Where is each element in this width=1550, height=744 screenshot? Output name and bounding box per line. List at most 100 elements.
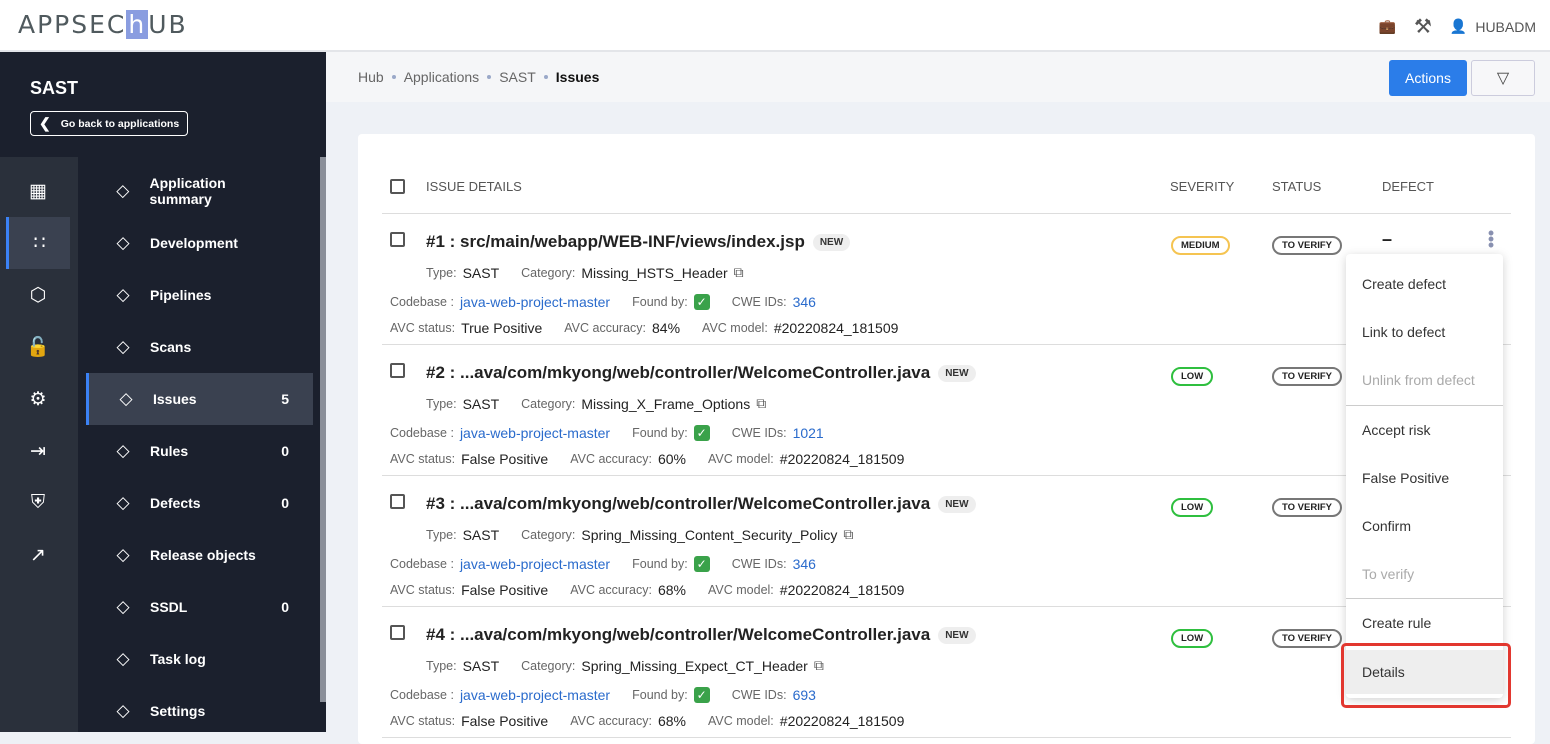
codebase-link[interactable]: java-web-project-master <box>460 556 610 572</box>
menu-item-create-rule[interactable]: Create rule <box>1346 601 1503 645</box>
apps-grid-icon[interactable]: ∷ <box>6 217 70 269</box>
code-icon: ◇ <box>116 233 130 252</box>
codebase-label: Codebase : <box>390 426 454 440</box>
briefcase-icon[interactable]: 💼 <box>1379 18 1396 35</box>
codebase-link[interactable]: java-web-project-master <box>460 294 610 310</box>
top-bar: APPSEChUB 💼 ⚒ 👤 HUBADM <box>0 0 1550 52</box>
breadcrumb: Hub Applications SAST Issues <box>358 69 599 85</box>
sidebar-item-task-log[interactable]: ◇ Task log <box>86 633 313 685</box>
chevron-left-icon: ❮ <box>39 115 51 131</box>
checkmark-icon: ✓ <box>693 425 710 441</box>
codebase-label: Codebase : <box>390 295 454 309</box>
issue-title[interactable]: #4 : ...ava/com/mkyong/web/controller/We… <box>426 625 930 645</box>
new-badge: NEW <box>938 364 976 382</box>
sidebar-item-development[interactable]: ◇ Development <box>86 217 313 269</box>
sidebar-scrollbar[interactable] <box>320 157 326 702</box>
chart-icon[interactable]: ↗ <box>6 529 70 581</box>
dashboard-icon[interactable]: ▦ <box>6 165 70 217</box>
issue-title[interactable]: #2 : ...ava/com/mkyong/web/controller/We… <box>426 363 930 383</box>
avc-model-label: AVC model: <box>708 583 774 597</box>
sidebar-item-ssdl[interactable]: ◇ SSDL 0 <box>86 581 313 633</box>
login-icon[interactable]: ⇥ <box>6 425 70 477</box>
copy-icon[interactable]: ⧉ <box>734 264 744 281</box>
avc-model-label: AVC model: <box>708 452 774 466</box>
sidebar-item-scans[interactable]: ◇ Scans <box>86 321 313 373</box>
menu-item-link-to-defect[interactable]: Link to defect <box>1346 310 1503 354</box>
row-checkbox[interactable] <box>390 625 405 640</box>
menu-item-create-defect[interactable]: Create defect <box>1346 262 1503 306</box>
avc-accuracy-label: AVC accuracy: <box>570 714 652 728</box>
icon-rail: ▦ ∷ ⬡ 🔓 ⚙ ⇥ ⛨ ↗ <box>0 157 78 732</box>
count-badge: 0 <box>281 495 289 511</box>
highlight-box <box>1341 643 1511 708</box>
copy-icon[interactable]: ⧉ <box>814 657 824 674</box>
release-icon: ◇ <box>116 545 130 564</box>
row-checkbox[interactable] <box>390 363 405 378</box>
cube-icon[interactable]: ⬡ <box>6 269 70 321</box>
sidebar-item-defects[interactable]: ◇ Defects 0 <box>86 477 313 529</box>
type-label: Type: <box>426 396 457 411</box>
table-row[interactable]: #1 : src/main/webapp/WEB-INF/views/index… <box>382 214 1511 345</box>
select-all-checkbox[interactable] <box>390 179 405 194</box>
sidebar-item-rules[interactable]: ◇ Rules 0 <box>86 425 313 477</box>
table-row[interactable]: #2 : ...ava/com/mkyong/web/controller/We… <box>382 345 1511 476</box>
bug-icon[interactable]: ⚙ <box>6 373 70 425</box>
issue-title[interactable]: #3 : ...ava/com/mkyong/web/controller/We… <box>426 494 930 514</box>
sidebar-item-release-objects[interactable]: ◇ Release objects <box>86 529 313 581</box>
avc-accuracy-label: AVC accuracy: <box>570 583 652 597</box>
category-value: Spring_Missing_Content_Security_Policy <box>581 526 838 543</box>
header-severity: SEVERITY <box>1170 179 1235 194</box>
menu-item-false-positive[interactable]: False Positive <box>1346 456 1503 500</box>
category-value: Missing_X_Frame_Options <box>581 395 751 412</box>
issue-title[interactable]: #1 : src/main/webapp/WEB-INF/views/index… <box>426 232 805 252</box>
breadcrumb-hub[interactable]: Hub <box>358 69 384 85</box>
more-options-icon[interactable]: • • • <box>1486 224 1496 254</box>
sidebar-item-application-summary[interactable]: ◇ Application summary <box>86 165 313 217</box>
logo[interactable]: APPSEChUB <box>18 10 188 39</box>
actions-button[interactable]: Actions <box>1389 60 1467 96</box>
new-badge: NEW <box>938 495 976 513</box>
user-menu[interactable]: 👤 HUBADM <box>1450 18 1536 35</box>
category-value: Missing_HSTS_Header <box>581 264 728 281</box>
cwe-label: CWE IDs: <box>731 688 787 702</box>
checkmark-icon: ✓ <box>693 556 710 572</box>
sidebar-item-pipelines[interactable]: ◇ Pipelines <box>86 269 313 321</box>
type-value: SAST <box>462 526 500 543</box>
row-checkbox[interactable] <box>390 494 405 509</box>
menu-item-accept-risk[interactable]: Accept risk <box>1346 408 1503 452</box>
go-back-button[interactable]: ❮ Go back to applications <box>30 111 189 136</box>
table-row[interactable]: #3 : ...ava/com/mkyong/web/controller/We… <box>382 476 1511 607</box>
breadcrumb-applications[interactable]: Applications <box>404 69 480 85</box>
copy-icon[interactable]: ⧉ <box>843 526 853 543</box>
codebase-link[interactable]: java-web-project-master <box>460 687 610 703</box>
type-value: SAST <box>462 264 500 281</box>
lock-alert-icon[interactable]: 🔓 <box>6 321 70 373</box>
menu-item-to-verify: To verify <box>1362 566 1415 582</box>
cwe-link[interactable]: 346 <box>793 556 816 572</box>
codebase-link[interactable]: java-web-project-master <box>460 425 610 441</box>
defect-value: – <box>1382 229 1393 249</box>
cwe-link[interactable]: 1021 <box>793 425 824 441</box>
found-by-label: Found by: <box>632 688 688 702</box>
avc-status-value: False Positive <box>461 713 549 729</box>
tools-icon[interactable]: ⚒ <box>1414 14 1432 39</box>
cwe-label: CWE IDs: <box>731 295 787 309</box>
lock-alert-icon: ◇ <box>119 389 133 408</box>
shield-icon[interactable]: ⛨ <box>6 477 70 529</box>
cwe-link[interactable]: 346 <box>793 294 816 310</box>
copy-icon[interactable]: ⧉ <box>756 395 766 412</box>
filter-button[interactable]: ▽ <box>1471 60 1535 96</box>
sidebar-item-settings[interactable]: ◇ Settings <box>86 685 313 737</box>
severity-badge: LOW <box>1171 498 1214 517</box>
new-badge: NEW <box>938 626 976 644</box>
count-badge: 0 <box>281 443 289 459</box>
avc-accuracy-value: 68% <box>657 582 687 598</box>
cwe-link[interactable]: 693 <box>793 687 816 703</box>
breadcrumb-issues: Issues <box>555 69 600 85</box>
menu-item-confirm[interactable]: Confirm <box>1346 504 1503 548</box>
row-checkbox[interactable] <box>390 232 405 247</box>
user-icon: 👤 <box>1449 18 1468 34</box>
sidebar-item-issues[interactable]: ◇ Issues 5 <box>86 373 313 425</box>
breadcrumb-sast[interactable]: SAST <box>499 69 536 85</box>
header-status: STATUS <box>1272 179 1322 194</box>
